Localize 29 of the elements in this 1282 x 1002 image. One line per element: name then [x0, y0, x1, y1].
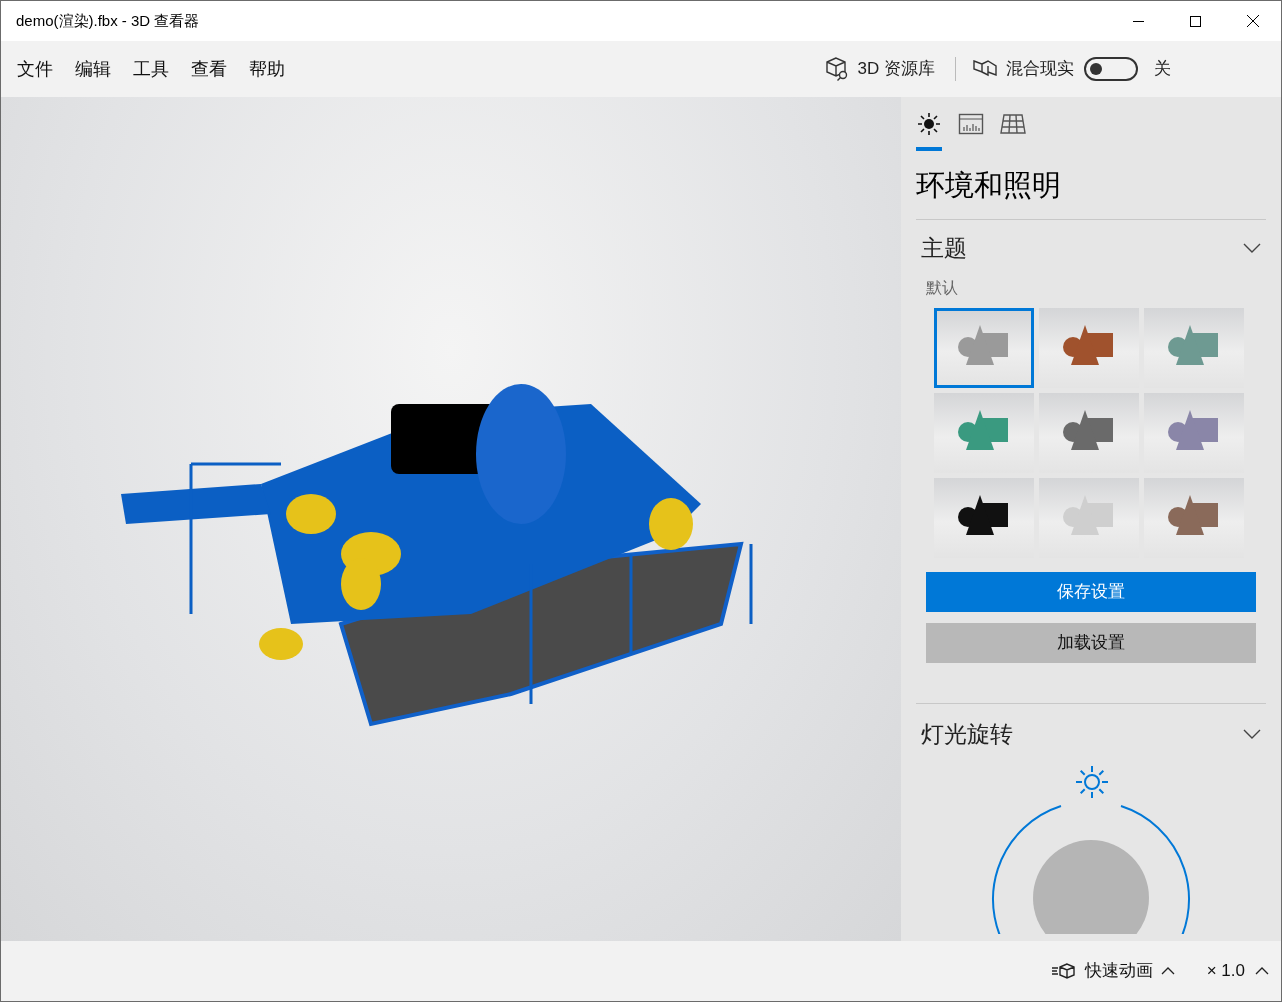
lighting-tab[interactable] [916, 111, 942, 151]
menu-item[interactable]: 编辑 [64, 49, 122, 89]
menu-item[interactable]: 文件 [6, 49, 64, 89]
library-button[interactable]: 3D 资源库 [819, 49, 939, 89]
window-title: demo(渲染).fbx - 3D 查看器 [16, 10, 200, 31]
chevron-up-icon [1160, 967, 1175, 975]
animated-cube-icon [1050, 962, 1077, 980]
maximize-icon [1190, 15, 1201, 27]
speed-button[interactable]: × 1.0 [1204, 951, 1271, 991]
save-settings-button[interactable]: 保存设置 [926, 572, 1256, 612]
menu-item[interactable]: 帮助 [238, 49, 296, 89]
current-theme-label: 默认 [926, 278, 959, 298]
chevron-up-icon [1255, 967, 1269, 975]
animation-button[interactable]: 快速动画 [1048, 951, 1177, 991]
mixed-reality-label: 混合现实 [1006, 58, 1074, 81]
mixed-reality-toggle[interactable] [1084, 57, 1138, 81]
theme-thumbnail[interactable] [934, 308, 1034, 388]
light-rotation-header[interactable]: 灯光旋转 [916, 704, 1266, 764]
cube-search-icon [823, 56, 850, 82]
close-icon [1246, 15, 1259, 27]
toggle-state-label: 关 [1154, 58, 1171, 81]
load-settings-button[interactable]: 加载设置 [926, 623, 1256, 663]
sun-icon[interactable] [1074, 764, 1110, 800]
3d-viewport[interactable] [1, 97, 901, 941]
panel-title: 环境和照明 [916, 168, 1062, 203]
menu-item[interactable]: 工具 [122, 49, 180, 89]
menu-item[interactable]: 查看 [180, 49, 238, 89]
minimize-icon [1133, 20, 1144, 22]
theme-section-header[interactable]: 主题 [916, 220, 1266, 276]
